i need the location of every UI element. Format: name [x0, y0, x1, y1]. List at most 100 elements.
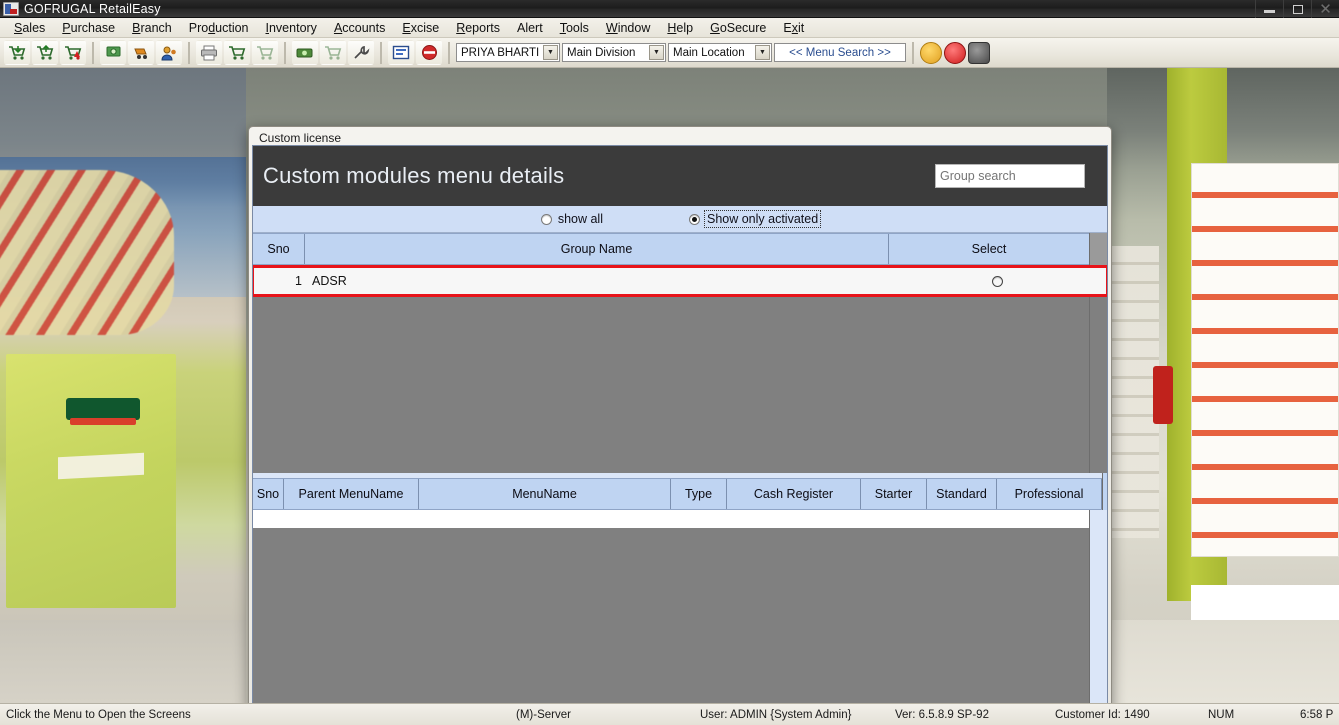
group-grid-vertical-scrollbar[interactable]	[1089, 297, 1107, 473]
report-icon[interactable]	[388, 40, 414, 65]
dialog-header: Custom modules menu details	[253, 146, 1107, 206]
menu-help[interactable]: Help	[659, 19, 702, 37]
menu-grid-scrollbar-header	[1102, 472, 1107, 510]
dialog-body: Custom modules menu details show all Sho…	[252, 145, 1108, 703]
print-icon[interactable]	[196, 40, 222, 65]
menu-gosecure[interactable]: GoSecure	[702, 19, 775, 37]
column-header-menuname[interactable]: MenuName	[419, 478, 671, 509]
alert-icon[interactable]	[416, 40, 442, 65]
close-window-button[interactable]: ✕	[1311, 0, 1339, 18]
title-bar: GOFRUGAL RetailEasy ✕	[0, 0, 1339, 18]
row-select-radio-icon[interactable]	[991, 275, 1003, 287]
toolbar: PRIYA BHARTI ▼ Main Division ▼ Main Loca…	[0, 38, 1339, 68]
alert-red-icon[interactable]	[944, 41, 966, 64]
radio-show-only-activated[interactable]: Show only activated	[688, 210, 822, 228]
column-header-parent-menuname[interactable]: Parent MenuName	[284, 478, 419, 509]
cell-sno: 1	[295, 274, 302, 288]
toolbar-separator	[912, 41, 914, 64]
menu-inventory[interactable]: Inventory	[258, 19, 326, 37]
app-logo-icon	[3, 1, 19, 16]
user-combo-value: PRIYA BHARTI	[461, 46, 540, 59]
customer-icon[interactable]	[156, 40, 182, 65]
menu-accounts[interactable]: Accounts	[326, 19, 394, 37]
restore-button[interactable]	[1283, 0, 1311, 18]
menu-sales-label: ales	[22, 20, 46, 35]
menu-grid-vertical-scrollbar[interactable]	[1089, 509, 1107, 703]
division-combo[interactable]: Main Division ▼	[562, 43, 666, 62]
cash-icon[interactable]	[292, 40, 318, 65]
hand-coin-icon[interactable]	[920, 41, 942, 64]
menu-grid-empty-area	[253, 527, 1089, 703]
status-server: (M)-Server	[516, 708, 571, 721]
toolbar-separator	[188, 41, 190, 64]
radio-indicator-show-all[interactable]	[540, 213, 552, 225]
menu-alert[interactable]: Alert	[509, 19, 552, 37]
delivery-cart-icon[interactable]	[128, 40, 154, 65]
wallpaper-panzani-logo	[66, 398, 140, 426]
cell-select[interactable]	[888, 268, 1106, 294]
wallpaper-floor	[1107, 620, 1339, 703]
filter-radio-group: show all Show only activated	[253, 206, 1107, 233]
column-header-professional[interactable]: Professional	[997, 478, 1102, 509]
radio-show-all[interactable]: show all	[540, 212, 603, 226]
chevron-down-icon[interactable]: ▼	[755, 45, 770, 60]
table-row[interactable]: 1 ADSR	[254, 268, 1106, 294]
group-grid: Sno Group Name Select	[253, 233, 1089, 265]
location-combo-value: Main Location	[673, 46, 745, 59]
cell-group-name: ADSR	[312, 274, 347, 288]
menu-sales[interactable]: Sales	[6, 19, 54, 37]
menu-window[interactable]: Window	[598, 19, 659, 37]
chevron-down-icon[interactable]: ▼	[543, 45, 558, 60]
cart-icon-4[interactable]	[320, 40, 346, 65]
application-window: GOFRUGAL RetailEasy ✕ Sales Purchase Bra…	[0, 0, 1339, 725]
column-header-group-name[interactable]: Group Name	[305, 234, 889, 264]
wallpaper-kinder-stack	[1191, 163, 1339, 557]
menu-tools[interactable]: Tools	[552, 19, 598, 37]
menu-purchase[interactable]: Purchase	[54, 19, 124, 37]
return-cart-icon[interactable]	[60, 40, 86, 65]
status-num-lock: NUM	[1208, 708, 1235, 721]
menu-reports[interactable]: Reports	[448, 19, 509, 37]
division-combo-value: Main Division	[567, 46, 636, 59]
menu-search-box[interactable]: << Menu Search >>	[774, 43, 906, 62]
purchase-cart-icon[interactable]	[32, 40, 58, 65]
mdi-client-area: Custom license Custom modules menu detai…	[0, 68, 1339, 703]
cart-icon-3[interactable]	[252, 40, 278, 65]
dialog-caption: Custom license	[259, 130, 342, 145]
menu-branch[interactable]: Branch	[124, 19, 181, 37]
status-time: 6:58 P	[1300, 708, 1334, 721]
column-header-sno[interactable]: Sno	[253, 478, 284, 509]
menu-production[interactable]: Production	[181, 19, 258, 37]
selected-row-highlight: 1 ADSR	[253, 265, 1107, 297]
radio-indicator-show-only-activated[interactable]	[688, 213, 700, 225]
column-header-select[interactable]: Select	[889, 234, 1089, 264]
column-header-cash-register[interactable]: Cash Register	[727, 478, 861, 509]
group-search-input[interactable]	[935, 164, 1085, 188]
column-header-type[interactable]: Type	[671, 478, 727, 509]
column-header-sno[interactable]: Sno	[253, 234, 305, 264]
location-combo[interactable]: Main Location ▼	[668, 43, 772, 62]
sales-cart-icon[interactable]	[4, 40, 30, 65]
cart-icon-2[interactable]	[224, 40, 250, 65]
status-bar: Click the Menu to Open the Screens (M)-S…	[0, 703, 1339, 725]
toolbar-separator	[448, 41, 450, 64]
status-user: User: ADMIN {System Admin}	[700, 708, 852, 721]
chevron-down-icon[interactable]: ▼	[649, 45, 664, 60]
wallpaper-shelf	[1107, 245, 1159, 538]
menu-excise[interactable]: Excise	[394, 19, 448, 37]
column-header-standard[interactable]: Standard	[927, 478, 997, 509]
money-icon[interactable]	[100, 40, 126, 65]
gear-icon[interactable]	[968, 41, 990, 64]
group-grid-header: Sno Group Name Select	[253, 233, 1089, 265]
menu-bar: Sales Purchase Branch Production Invento…	[0, 18, 1339, 38]
minimize-button[interactable]	[1255, 0, 1283, 18]
menu-exit[interactable]: Exit	[775, 19, 813, 37]
toolbar-separator	[92, 41, 94, 64]
radio-show-all-label: show all	[557, 212, 603, 226]
user-combo[interactable]: PRIYA BHARTI ▼	[456, 43, 560, 62]
column-header-starter[interactable]: Starter	[861, 478, 927, 509]
wallpaper-display-box	[6, 353, 176, 608]
tools-icon[interactable]	[348, 40, 374, 65]
radio-show-only-activated-label: Show only activated	[703, 210, 822, 228]
app-title: GOFRUGAL RetailEasy	[24, 1, 161, 16]
